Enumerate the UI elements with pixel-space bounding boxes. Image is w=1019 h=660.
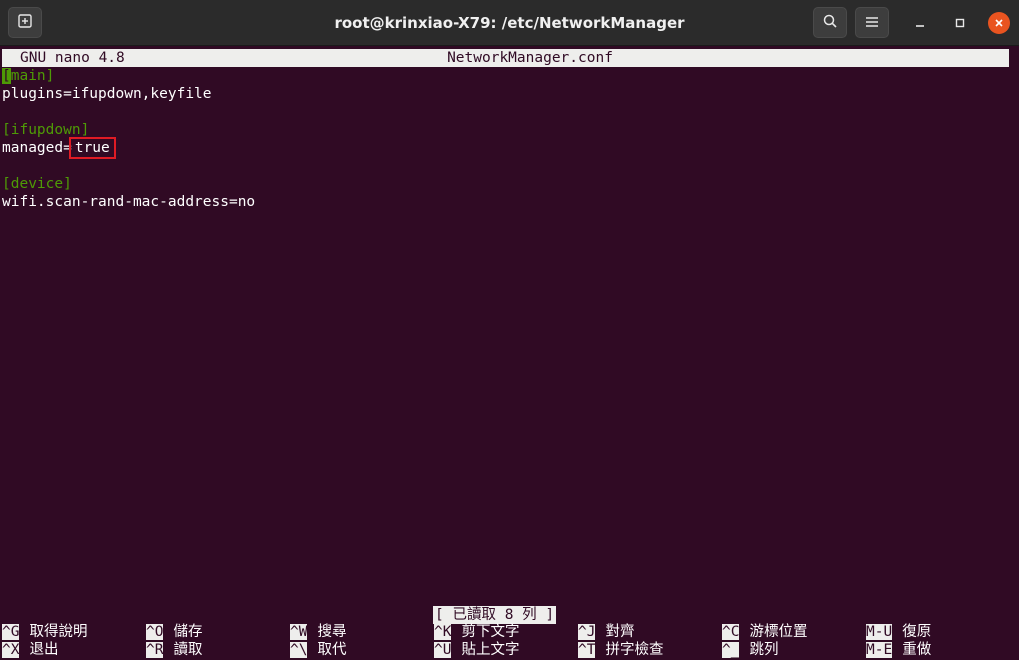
menu-button[interactable]: [855, 7, 889, 38]
shortcut-label: 取代: [317, 642, 347, 658]
close-button[interactable]: [988, 12, 1010, 34]
new-tab-icon: [17, 13, 33, 33]
shortcut-spell[interactable]: ^T 拼字檢查: [578, 642, 663, 659]
shortcut-key: M-E: [866, 642, 893, 658]
section-device[interactable]: [device]: [2, 175, 72, 193]
shortcut-label: 讀取: [173, 642, 203, 658]
shortcut-label: 剪下文字: [461, 624, 520, 640]
shortcut-label: 搜尋: [317, 624, 347, 640]
maximize-button[interactable]: [949, 12, 971, 34]
window-titlebar: root@krinxiao-X79: /etc/NetworkManager: [0, 0, 1019, 46]
minimize-button[interactable]: [909, 12, 931, 34]
shortcut-undo[interactable]: M-U 復原: [866, 624, 931, 641]
nano-header-bar: GNU nano 4.8 NetworkManager.conf: [2, 49, 1009, 67]
nano-status-message: [ 已讀取 8 列 ]: [433, 606, 557, 624]
shortcut-justify[interactable]: ^J 對齊: [578, 624, 634, 641]
shortcut-key: ^O: [146, 624, 164, 640]
shortcut-label: 取得說明: [29, 624, 88, 640]
shortcut-key: ^J: [578, 624, 596, 640]
shortcut-paste[interactable]: ^U 貼上文字: [434, 642, 519, 659]
close-icon: [988, 12, 1010, 34]
shortcut-key: ^C: [722, 624, 740, 640]
minimize-icon: [914, 14, 926, 33]
search-icon: [822, 13, 838, 33]
shortcut-label: 拼字檢查: [605, 642, 664, 658]
new-tab-button[interactable]: [8, 7, 42, 38]
shortcut-help[interactable]: ^G 取得說明: [2, 624, 87, 641]
section-ifupdown[interactable]: [ifupdown]: [2, 121, 89, 139]
terminal-area[interactable]: GNU nano 4.8 NetworkManager.conf [main] …: [0, 47, 1019, 660]
search-button[interactable]: [813, 7, 847, 38]
shortcut-read[interactable]: ^R 讀取: [146, 642, 202, 659]
shortcut-label: 重做: [902, 642, 932, 658]
managed-key: managed=: [2, 140, 72, 156]
shortcut-key: M-U: [866, 624, 893, 640]
shortcut-redo[interactable]: M-E 重做: [866, 642, 931, 659]
editor-line-5[interactable]: managed= true: [2, 137, 116, 159]
shortcut-key: ^K: [434, 624, 452, 640]
shortcut-key: ^T: [578, 642, 596, 658]
shortcut-key: ^\: [290, 642, 308, 658]
shortcut-label: 貼上文字: [461, 642, 520, 658]
shortcut-key: ^G: [2, 624, 20, 640]
shortcut-replace[interactable]: ^\ 取代: [290, 642, 346, 659]
nano-filename: NetworkManager.conf: [447, 50, 613, 66]
editor-line-8[interactable]: wifi.scan-rand-mac-address=no: [2, 193, 255, 211]
editor-line-2[interactable]: plugins=ifupdown,keyfile: [2, 85, 212, 103]
shortcut-label: 游標位置: [749, 624, 808, 640]
shortcut-key: ^R: [146, 642, 164, 658]
shortcut-key: ^X: [2, 642, 20, 658]
shortcut-cursor-pos[interactable]: ^C 游標位置: [722, 624, 807, 641]
shortcut-label: 儲存: [173, 624, 203, 640]
managed-value-highlight: true: [68, 137, 116, 159]
shortcut-label: 復原: [902, 624, 932, 640]
shortcut-goto-line[interactable]: ^_ 跳列: [722, 642, 778, 659]
shortcut-key: ^U: [434, 642, 452, 658]
maximize-icon: [954, 14, 966, 33]
shortcut-label: 退出: [29, 642, 59, 658]
shortcut-save[interactable]: ^O 儲存: [146, 624, 202, 641]
shortcut-search[interactable]: ^W 搜尋: [290, 624, 346, 641]
shortcut-label: 跳列: [749, 642, 779, 658]
shortcut-cut[interactable]: ^K 剪下文字: [434, 624, 519, 641]
shortcut-label: 對齊: [605, 624, 635, 640]
text-cursor: [: [2, 68, 11, 84]
editor-line-1[interactable]: [main]: [2, 67, 54, 85]
shortcut-key: ^W: [290, 624, 308, 640]
shortcut-key: ^_: [722, 642, 740, 658]
section-main: main]: [10, 68, 55, 84]
hamburger-menu-icon: [865, 13, 879, 32]
shortcut-exit[interactable]: ^X 退出: [2, 642, 58, 659]
